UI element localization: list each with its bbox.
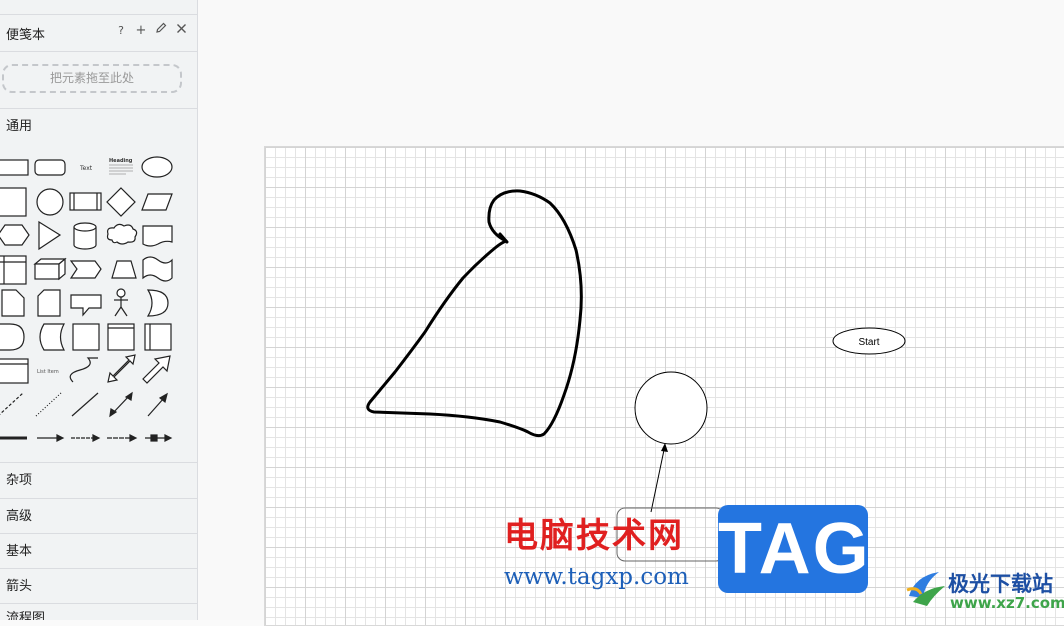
palette-square[interactable] xyxy=(0,187,27,217)
palette-note[interactable] xyxy=(1,289,25,317)
section-general-label: 通用 xyxy=(6,119,33,134)
scratchpad-header: 便笺本 ? + xyxy=(0,14,197,52)
palette-cube[interactable] xyxy=(33,257,67,281)
palette-directional-connector[interactable] xyxy=(147,392,168,417)
watermark-tag-logo: TAG xyxy=(718,505,869,593)
section-advanced-label: 高级 xyxy=(6,509,33,524)
palette-bidirectional-arrow[interactable] xyxy=(107,354,136,383)
section-flowchart-label: 流程图 xyxy=(6,611,46,620)
shape-palette: Text Heading List Item xyxy=(0,156,173,442)
palette-hexagon[interactable] xyxy=(0,224,30,246)
aurora-logo-icon xyxy=(906,572,945,606)
palette-cylinder[interactable] xyxy=(73,222,97,250)
circle-shape[interactable] xyxy=(634,371,708,445)
section-misc-label: 杂项 xyxy=(6,473,33,488)
palette-rounded-rectangle[interactable] xyxy=(34,159,66,176)
palette-container[interactable] xyxy=(72,323,100,351)
watermark-logo-url: www.xz7.com xyxy=(950,594,1064,612)
scratchpad-drop-zone[interactable]: 把元素拖至此处 xyxy=(2,64,182,93)
section-arrows[interactable]: 箭头 xyxy=(0,568,197,603)
palette-ellipse[interactable] xyxy=(141,156,173,178)
pencil-icon[interactable] xyxy=(155,22,167,38)
section-arrows-label: 箭头 xyxy=(6,579,33,594)
palette-document[interactable] xyxy=(142,225,173,247)
palette-diamond[interactable] xyxy=(106,187,136,217)
palette-link-arrow[interactable] xyxy=(37,434,65,442)
palette-connector-arrow[interactable] xyxy=(71,434,101,442)
section-flowchart[interactable]: 流程图 xyxy=(0,603,197,620)
palette-trapezoid[interactable] xyxy=(111,260,137,279)
watermark-site-name: 电脑技术网 xyxy=(504,516,684,556)
palette-triangle[interactable] xyxy=(38,220,62,251)
help-icon[interactable]: ? xyxy=(115,24,127,37)
palette-step[interactable] xyxy=(69,260,102,279)
palette-curve[interactable] xyxy=(69,357,98,383)
palette-internal-storage[interactable] xyxy=(0,255,27,285)
watermark-site-url: www.tagxp.com xyxy=(504,564,689,590)
palette-circle[interactable] xyxy=(36,188,64,216)
palette-frame[interactable] xyxy=(144,323,172,351)
section-advanced[interactable]: 高级 xyxy=(0,498,197,533)
palette-dotted-line[interactable] xyxy=(35,392,62,417)
palette-actor[interactable] xyxy=(114,288,128,317)
palette-parallelogram[interactable] xyxy=(141,193,173,211)
palette-association[interactable] xyxy=(107,434,138,442)
palette-process[interactable] xyxy=(69,192,102,211)
palette-callout[interactable] xyxy=(70,294,102,317)
palette-list-item[interactable]: List Item xyxy=(37,369,59,375)
section-basic-label: 基本 xyxy=(6,544,33,559)
palette-relation[interactable] xyxy=(145,434,173,442)
scratchpad-title: 便笺本 xyxy=(6,28,46,43)
palette-dashed-line[interactable] xyxy=(0,392,24,416)
palette-list[interactable] xyxy=(0,358,29,384)
palette-tape[interactable] xyxy=(142,256,173,282)
section-basic[interactable]: 基本 xyxy=(0,533,197,568)
section-misc[interactable]: 杂项 xyxy=(0,462,197,498)
palette-arrow[interactable] xyxy=(142,355,171,384)
palette-heading: Heading xyxy=(109,158,133,164)
plus-icon[interactable]: + xyxy=(135,23,147,38)
palette-textbox[interactable]: Heading xyxy=(109,158,133,175)
start-label: Start xyxy=(858,337,879,348)
palette-delay[interactable] xyxy=(0,323,25,351)
palette-data-storage[interactable] xyxy=(39,323,66,351)
section-general[interactable]: 通用 xyxy=(0,108,197,144)
shape-sidebar: 便笺本 ? + 把元素拖至此处 通用 Text Heading List Ite… xyxy=(0,0,198,620)
palette-bidirectional-connector[interactable] xyxy=(109,391,133,418)
palette-swimlane[interactable] xyxy=(107,323,135,351)
palette-line[interactable] xyxy=(71,392,99,417)
palette-card[interactable] xyxy=(37,289,61,317)
palette-rectangle[interactable] xyxy=(0,159,29,176)
palette-or-shape[interactable] xyxy=(146,289,169,317)
palette-cloud[interactable] xyxy=(106,223,138,245)
palette-text[interactable]: Text xyxy=(79,165,93,172)
scratchpad-actions: ? + xyxy=(115,22,187,38)
close-icon[interactable] xyxy=(175,23,187,38)
